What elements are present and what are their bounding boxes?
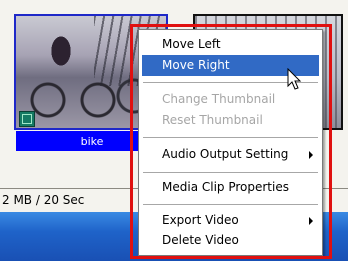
storage-status: 2 MB / 20 Sec <box>2 193 85 207</box>
menu-item-label: Audio Output Setting <box>162 147 289 161</box>
menu-item-label: Delete Video <box>162 233 239 247</box>
clip-label-text: bike <box>80 134 104 148</box>
menu-item-label: Move Right <box>162 58 230 72</box>
menu-item-change-thumbnail[interactable]: Change Thumbnail <box>142 89 319 110</box>
menu-item-label: Media Clip Properties <box>162 180 289 194</box>
menu-separator <box>143 137 318 138</box>
menu-item-label: Change Thumbnail <box>162 92 276 106</box>
mouse-pointer-icon <box>287 68 302 90</box>
menu-separator <box>143 172 318 173</box>
menu-separator <box>143 204 318 205</box>
menu-item-media-clip-properties[interactable]: Media Clip Properties <box>142 177 319 198</box>
menu-item-export-video[interactable]: Export Video <box>142 210 319 231</box>
menu-item-reset-thumbnail[interactable]: Reset Thumbnail <box>142 110 319 131</box>
submenu-arrow-icon <box>309 217 313 225</box>
menu-item-label: Move Left <box>162 37 221 51</box>
submenu-arrow-icon <box>309 151 313 159</box>
menu-item-label: Reset Thumbnail <box>162 113 263 127</box>
menu-item-audio-output-setting[interactable]: Audio Output Setting <box>142 144 319 165</box>
menu-item-label: Export Video <box>162 213 239 227</box>
menu-item-delete-video[interactable]: Delete Video <box>142 230 319 251</box>
menu-item-move-left[interactable]: Move Left <box>142 34 319 55</box>
context-menu: Move Left Move Right Change Thumbnail Re… <box>138 29 323 256</box>
film-clip-icon <box>19 111 35 127</box>
